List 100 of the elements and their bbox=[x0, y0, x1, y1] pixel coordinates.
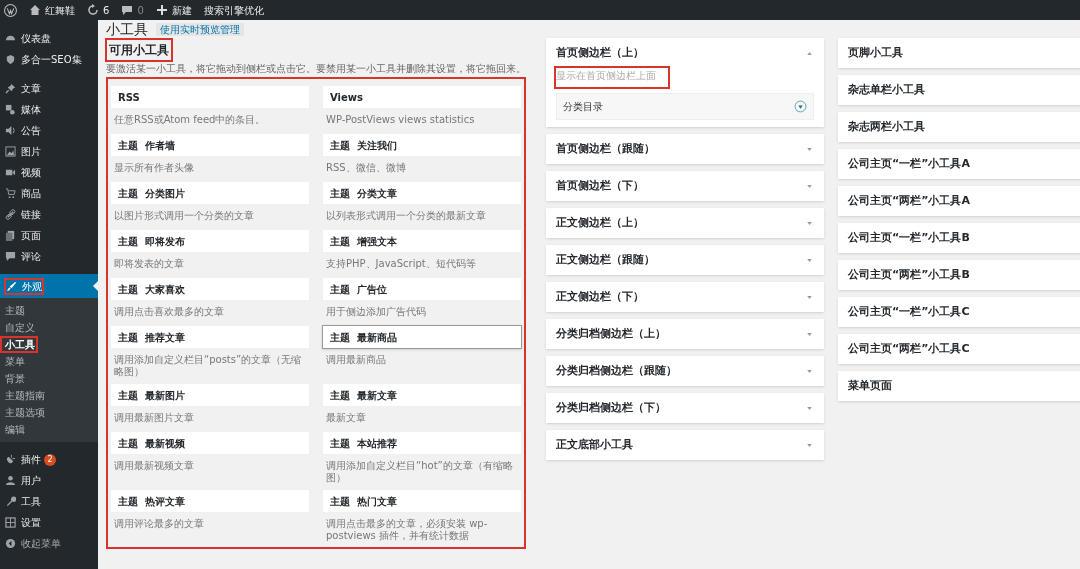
section-description: 要激活某一小工具，将它拖动到侧栏或点击它。要禁用某一小工具并删除其设置，将它拖回来。 bbox=[106, 63, 526, 75]
menu-item[interactable]: 公告 bbox=[0, 120, 98, 141]
comment-count[interactable]: 0 bbox=[137, 2, 144, 18]
menu-item[interactable]: 视频 bbox=[0, 162, 98, 183]
widget-card[interactable]: 主题 增强文本 bbox=[322, 229, 522, 253]
menu-item[interactable]: 设置 bbox=[0, 512, 98, 533]
widget-card[interactable]: Views bbox=[322, 85, 522, 109]
sidebar-panel[interactable]: 杂志单栏小工具 bbox=[838, 75, 1080, 105]
submenu-item[interactable]: 自定义 bbox=[0, 319, 98, 336]
menu-item[interactable]: 评论 bbox=[0, 246, 98, 267]
sidebar-panel[interactable]: 首页侧边栏（上） 显示在首页侧边栏上面 分类目录 bbox=[546, 38, 824, 127]
widget-description: 调用最新图片文章 bbox=[113, 411, 195, 425]
sidebar-panel[interactable]: 公司主页“一栏”小工具B bbox=[838, 223, 1080, 253]
menu-item[interactable]: 多合一SEO集 bbox=[0, 49, 98, 70]
menu-item[interactable]: 用户 bbox=[0, 470, 98, 491]
menu-item[interactable]: 工具 bbox=[0, 491, 98, 512]
sidebar-widget[interactable]: 分类目录 bbox=[556, 93, 814, 120]
widget-card[interactable]: 主题 即将发布 bbox=[110, 229, 310, 253]
sidebar-panel[interactable]: 正文侧边栏（上） bbox=[546, 208, 824, 238]
media-icon bbox=[5, 104, 16, 115]
widget-card[interactable]: 主题 分类图片 bbox=[110, 181, 310, 205]
submenu-item[interactable]: 菜单 bbox=[0, 353, 98, 370]
menu-label: 外观 bbox=[22, 279, 42, 294]
sidebar-title: 正文侧边栏（跟随） bbox=[556, 251, 655, 268]
sidebar-panel[interactable]: 正文侧边栏（下） bbox=[546, 282, 824, 312]
widget-card[interactable]: 主题 最新商品 bbox=[322, 325, 522, 349]
sidebar-panel[interactable]: 杂志两栏小工具 bbox=[838, 112, 1080, 142]
sidebar-panel[interactable]: 首页侧边栏（跟随） bbox=[546, 134, 824, 164]
menu-item[interactable]: 插件 2 bbox=[0, 449, 98, 470]
widget-description: 调用点击喜欢最多的文章 bbox=[113, 305, 225, 319]
menu-item[interactable]: 媒体 bbox=[0, 99, 98, 120]
speaker-icon bbox=[5, 125, 16, 136]
widget-description: 支持PHP、JavaScript、短代码等 bbox=[325, 257, 477, 271]
menu-item[interactable]: 文章 bbox=[0, 78, 98, 99]
sidebar-panel[interactable]: 首页侧边栏（下） bbox=[546, 171, 824, 201]
sidebar-panel[interactable]: 页脚小工具 bbox=[838, 38, 1080, 68]
menu-item[interactable]: 图片 bbox=[0, 141, 98, 162]
widget-card[interactable]: 主题 分类文章 bbox=[322, 181, 522, 205]
widget-card[interactable]: 主题 推荐文章 bbox=[110, 325, 310, 349]
sidebar-title: 正文底部小工具 bbox=[556, 436, 633, 453]
sidebar-panel[interactable]: 公司主页“两栏”小工具B bbox=[838, 260, 1080, 290]
sidebar-description: 显示在首页侧边栏上面 bbox=[556, 68, 668, 87]
person-icon bbox=[5, 475, 16, 486]
submenu-item[interactable]: 小工具 bbox=[0, 336, 38, 353]
widget-description: 调用添加自定义栏目“hot”的文章（有缩略图） bbox=[325, 459, 514, 485]
widget-card[interactable]: 主题 本站推荐 bbox=[322, 431, 522, 455]
plus-icon bbox=[155, 4, 168, 16]
widget-card[interactable]: RSS bbox=[110, 85, 310, 109]
update-count[interactable]: 6 bbox=[103, 2, 110, 18]
sidebar-panel[interactable]: 分类归档侧边栏（上） bbox=[546, 319, 824, 349]
widget-description: 调用添加自定义栏目“posts”的文章（无缩略图） bbox=[113, 353, 303, 379]
sidebar-panel[interactable]: 分类归档侧边栏（下） bbox=[546, 393, 824, 423]
sidebar-panel[interactable]: 菜单页面 bbox=[838, 371, 1080, 401]
menu-item[interactable]: 商品 bbox=[0, 183, 98, 204]
live-preview-button[interactable]: 使用实时预览管理 bbox=[156, 22, 244, 36]
sidebar-panel[interactable]: 正文侧边栏（跟随） bbox=[546, 245, 824, 275]
widget-card[interactable]: 主题 作者墙 bbox=[110, 133, 310, 157]
menu-item-current[interactable]: 外观 bbox=[0, 274, 98, 298]
sidebar-panel[interactable]: 公司主页“一栏”小工具A bbox=[838, 149, 1080, 179]
submenu-item[interactable]: 背景 bbox=[0, 370, 98, 387]
widget-card[interactable]: 主题 最新图片 bbox=[110, 383, 310, 407]
widget-description: 用于侧边添加广告代码 bbox=[325, 305, 427, 319]
sidebar-panel[interactable]: 公司主页“两栏”小工具A bbox=[838, 186, 1080, 216]
page-title: 小工具 bbox=[106, 21, 148, 37]
submenu-item[interactable]: 主题 bbox=[0, 302, 98, 319]
submenu-item[interactable]: 主题选项 bbox=[0, 404, 98, 421]
seo-link[interactable]: 搜索引擎优化 bbox=[203, 2, 264, 18]
sidebar-title: 正文侧边栏（上） bbox=[556, 214, 644, 231]
widget-card[interactable]: 主题 最新视频 bbox=[110, 431, 310, 455]
notification-badge: 2 bbox=[44, 453, 56, 466]
widget-card[interactable]: 主题 大家喜欢 bbox=[110, 277, 310, 301]
widget-card[interactable]: 主题 关注我们 bbox=[322, 133, 522, 157]
sidebar-title: 首页侧边栏（下） bbox=[556, 177, 644, 194]
image-icon bbox=[5, 146, 16, 157]
widget-card[interactable]: 主题 广告位 bbox=[322, 277, 522, 301]
paintbrush-icon bbox=[6, 280, 17, 292]
sidebar-title: 分类归档侧边栏（上） bbox=[556, 325, 666, 342]
widget-description: 任意RSS或Atom feed中的条目。 bbox=[113, 113, 267, 127]
sidebar-panel[interactable]: 分类归档侧边栏（跟随） bbox=[546, 356, 824, 386]
pages-icon bbox=[5, 230, 16, 241]
new-link[interactable]: 新建 bbox=[171, 2, 192, 18]
menu-item[interactable]: 页面 bbox=[0, 225, 98, 246]
widget-description: 调用最新商品 bbox=[325, 353, 387, 367]
widget-card[interactable]: 主题 热评文章 bbox=[110, 489, 310, 513]
sidebar-panel[interactable]: 正文底部小工具 bbox=[546, 430, 824, 460]
submenu-item[interactable]: 主题指南 bbox=[0, 387, 98, 404]
widget-description: 调用评论最多的文章 bbox=[113, 517, 205, 531]
widget-card[interactable]: 主题 热门文章 bbox=[322, 489, 522, 513]
sidebar-title: 分类归档侧边栏（下） bbox=[556, 399, 666, 416]
collapse-menu-button[interactable]: 收起菜单 bbox=[0, 533, 98, 554]
menu-item[interactable]: 链接 bbox=[0, 204, 98, 225]
widget-description: 以列表形式调用一个分类的最新文章 bbox=[325, 209, 487, 223]
submenu-item[interactable]: 编辑 bbox=[0, 421, 98, 438]
widget-description: RSS、微信、微博 bbox=[325, 161, 407, 175]
sidebar-panel[interactable]: 公司主页“两栏”小工具C bbox=[838, 334, 1080, 364]
sidebar-panel[interactable]: 公司主页“一栏”小工具C bbox=[838, 297, 1080, 327]
site-name-link[interactable]: 红舞鞋 bbox=[45, 2, 75, 18]
wordpress-logo-icon bbox=[4, 3, 17, 17]
widget-card[interactable]: 主题 最新文章 bbox=[322, 383, 522, 407]
menu-item[interactable]: 仪表盘 bbox=[0, 28, 98, 49]
